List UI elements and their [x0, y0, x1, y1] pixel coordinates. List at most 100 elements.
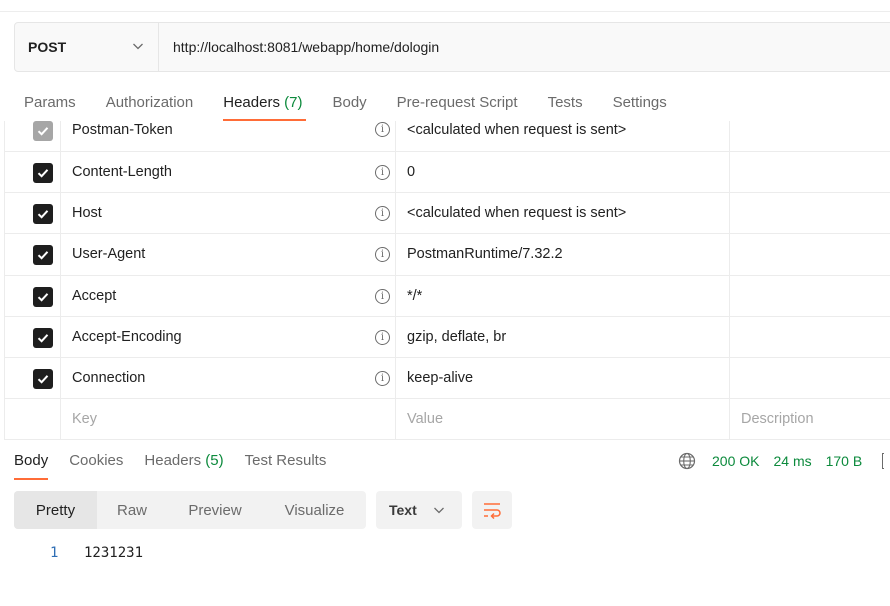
method-label: POST [28, 39, 67, 55]
response-tab-body[interactable]: Body [14, 452, 49, 482]
header-key-text: Accept-Encoding [72, 328, 182, 345]
header-description[interactable] [730, 234, 890, 274]
key-input[interactable]: Key [61, 399, 396, 440]
info-icon[interactable]: i [375, 165, 390, 180]
view-visualize[interactable]: Visualize [263, 491, 366, 529]
description-placeholder: Description [741, 411, 814, 428]
response-size[interactable]: 170 B [826, 453, 863, 469]
header-value[interactable]: <calculated when request is sent> [396, 193, 730, 234]
header-key[interactable]: Accept-Encoding i [61, 316, 396, 357]
check-icon [37, 127, 49, 136]
header-key-text: Content-Length [72, 164, 172, 181]
value-placeholder: Value [407, 411, 444, 428]
response-body[interactable]: 1 1231231 [50, 545, 143, 561]
tab-headers[interactable]: Headers (7) [223, 92, 307, 124]
header-value[interactable]: gzip, deflate, br [396, 316, 730, 357]
checkbox-cell [5, 193, 61, 234]
checkbox-cell [5, 357, 61, 399]
check-icon [37, 292, 49, 302]
tab-authorization[interactable]: Authorization [106, 92, 194, 124]
row-checkbox[interactable] [33, 327, 53, 348]
header-value-text: 0 [407, 164, 416, 181]
header-key[interactable]: Postman-Token i [61, 121, 396, 151]
info-icon[interactable]: i [375, 122, 390, 137]
row-checkbox[interactable] [33, 204, 53, 225]
header-description[interactable] [730, 276, 890, 316]
description-input[interactable]: Description [730, 399, 890, 439]
header-description[interactable] [730, 121, 890, 151]
header-key[interactable]: Accept i [61, 275, 396, 316]
chevron-down-icon [434, 507, 444, 514]
header-value[interactable]: keep-alive [396, 357, 730, 399]
header-description[interactable] [730, 358, 890, 398]
globe-icon[interactable] [678, 452, 696, 470]
header-value-text: gzip, deflate, br [407, 328, 507, 345]
row-checkbox[interactable] [33, 163, 53, 183]
info-icon[interactable]: i [375, 288, 390, 304]
header-key-text: Connection [72, 370, 146, 387]
request-tabs: Params Authorization Headers (7) Body Pr… [24, 92, 697, 124]
header-value-text: <calculated when request is sent> [407, 122, 627, 138]
tab-label: Test Results [244, 452, 327, 469]
checkbox-cell [5, 121, 61, 151]
tab-settings[interactable]: Settings [613, 92, 667, 124]
table-row: Accept i */* [5, 275, 890, 317]
header-description[interactable] [730, 193, 890, 233]
line-number: 1 [50, 545, 59, 561]
response-time[interactable]: 24 ms [773, 453, 811, 469]
response-tabs: Body Cookies Headers (5) Test Results [14, 452, 347, 482]
header-description[interactable] [730, 152, 890, 192]
row-checkbox[interactable] [33, 368, 53, 389]
value-input[interactable]: Value [396, 399, 730, 440]
method-select[interactable]: POST [15, 23, 159, 71]
info-icon[interactable]: i [375, 329, 390, 345]
header-key[interactable]: Host i [61, 193, 396, 234]
row-checkbox[interactable] [33, 286, 53, 307]
tab-label: Headers [144, 452, 202, 469]
info-icon[interactable]: i [375, 370, 390, 386]
header-key[interactable]: Content-Length i [61, 152, 396, 193]
header-key-text: Host [72, 205, 102, 222]
info-icon[interactable]: i [375, 247, 390, 263]
url-input[interactable]: http://localhost:8081/webapp/home/dologi… [159, 23, 890, 71]
header-value[interactable]: <calculated when request is sent> [396, 121, 730, 151]
check-icon [37, 333, 49, 343]
tab-pre-request-script[interactable]: Pre-request Script [397, 92, 518, 124]
check-icon [37, 251, 49, 261]
wrap-lines-button[interactable] [472, 491, 512, 529]
row-checkbox[interactable] [33, 121, 53, 141]
view-mode-selector: Pretty Raw Preview Visualize [14, 491, 366, 529]
check-icon [37, 375, 49, 384]
table-row: Content-Length i 0 [5, 152, 890, 194]
header-value[interactable]: */* [396, 275, 730, 316]
headers-table: Postman-Token i <calculated when request … [4, 121, 890, 441]
info-icon[interactable]: i [375, 206, 390, 222]
header-description[interactable] [730, 317, 890, 357]
view-raw[interactable]: Raw [97, 491, 167, 529]
view-preview[interactable]: Preview [167, 491, 263, 529]
header-value-text: keep-alive [407, 370, 474, 387]
row-checkbox[interactable] [33, 245, 53, 266]
status-code[interactable]: 200 OK [712, 453, 759, 469]
tab-tests[interactable]: Tests [548, 92, 583, 124]
response-tab-test-results[interactable]: Test Results [245, 452, 327, 482]
view-pretty[interactable]: Pretty [14, 491, 97, 529]
tab-params[interactable]: Params [24, 92, 76, 124]
wrap-lines-icon [484, 503, 501, 519]
format-select[interactable]: Text [376, 491, 462, 529]
request-url-bar: POST http://localhost:8081/webapp/home/d… [14, 22, 890, 72]
response-tab-cookies[interactable]: Cookies [69, 452, 123, 482]
header-key[interactable]: User-Agent i [61, 234, 396, 275]
tab-body[interactable]: Body [332, 92, 366, 124]
header-value[interactable]: PostmanRuntime/7.32.2 [396, 234, 730, 275]
header-value[interactable]: 0 [396, 152, 730, 193]
check-icon [37, 210, 49, 219]
save-response-icon[interactable] [882, 453, 885, 469]
checkbox-cell [5, 399, 61, 440]
response-tab-headers[interactable]: Headers (5) [144, 452, 223, 482]
table-row: Accept-Encoding i gzip, deflate, br [5, 316, 890, 358]
key-placeholder: Key [72, 411, 97, 428]
header-key[interactable]: Connection i [61, 357, 396, 399]
top-divider [0, 0, 890, 12]
tab-count: (5) [205, 452, 224, 469]
